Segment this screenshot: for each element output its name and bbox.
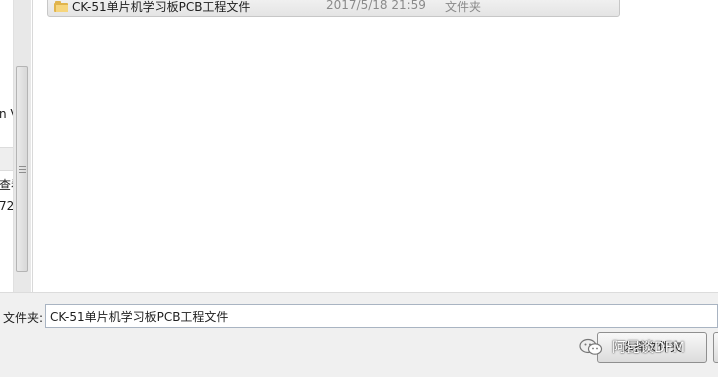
folder-name-input[interactable] <box>45 304 718 328</box>
wechat-icon <box>579 338 603 355</box>
watermark-text: 阿昆谈DFM <box>612 340 685 356</box>
file-list-pane: CK-51单片机学习板PCB工程文件 2017/5/18 21:59 文件夹 <box>33 0 718 292</box>
scrollbar-thumb[interactable] <box>16 66 28 272</box>
file-row-selected[interactable]: CK-51单片机学习板PCB工程文件 2017/5/18 21:59 文件夹 <box>47 0 620 17</box>
scrollbar-grip-icon <box>19 166 26 175</box>
dialog-footer: 文件夹: 选择文件夹 阿昆谈DFM <box>0 292 718 377</box>
file-name: CK-51单片机学习板PCB工程文件 <box>72 0 251 14</box>
vertical-scrollbar[interactable] <box>13 0 31 292</box>
file-type: 文件夹 <box>445 0 482 14</box>
folder-icon <box>54 1 68 12</box>
nav-divider <box>0 147 13 171</box>
file-date-modified: 2017/5/18 21:59 <box>326 0 426 12</box>
cancel-button[interactable] <box>713 332 718 363</box>
navigation-pane: n V 查看 72. <box>0 0 33 292</box>
folder-field-label: 文件夹: <box>3 311 44 325</box>
